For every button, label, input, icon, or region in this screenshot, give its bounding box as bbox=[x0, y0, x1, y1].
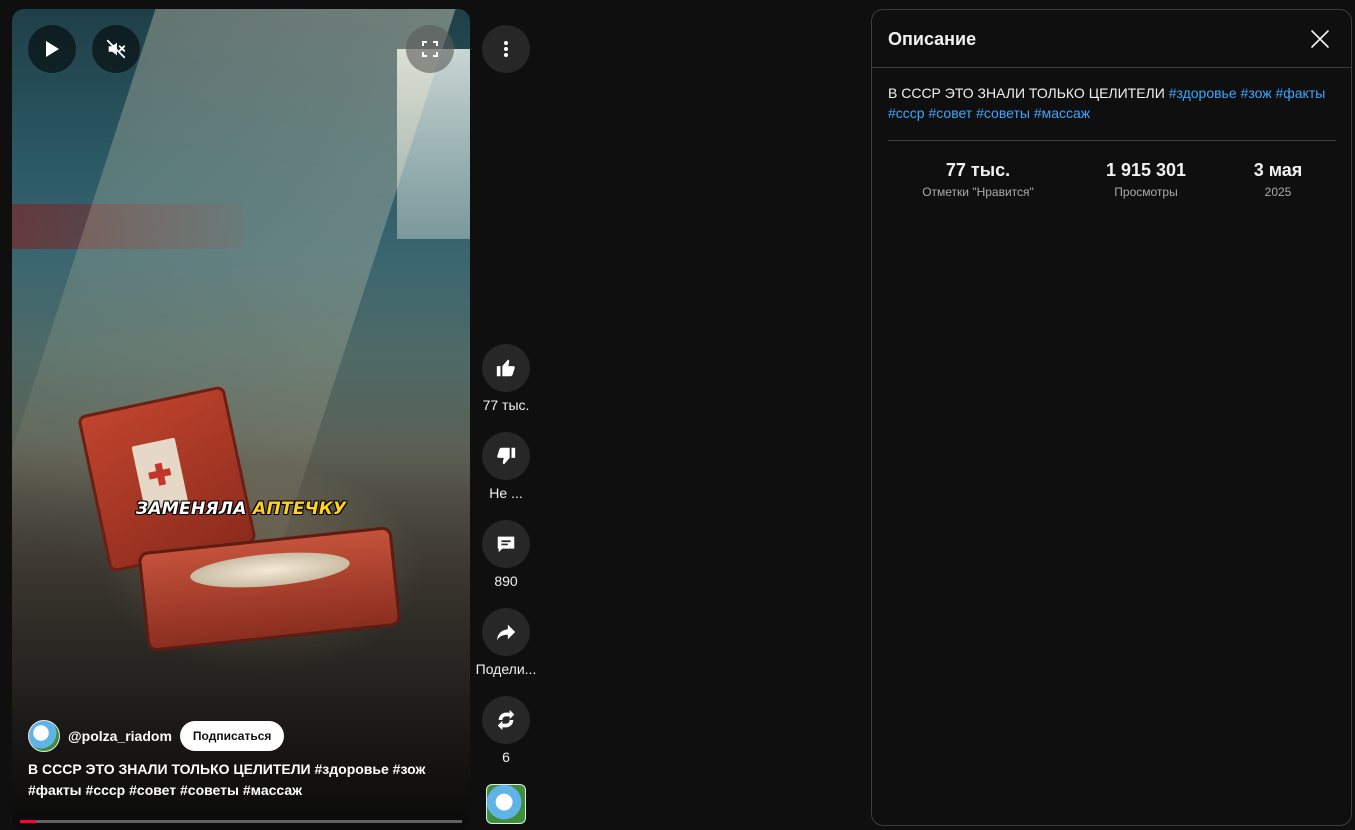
remix-count: 6 bbox=[502, 749, 510, 765]
thumb-up-icon bbox=[496, 359, 515, 377]
video-overlay-caption: ЗАМЕНЯЛА АПТЕЧКУ bbox=[136, 499, 347, 519]
hashtag-link[interactable]: #здоровье bbox=[1169, 85, 1237, 101]
volume-off-icon bbox=[106, 39, 126, 59]
remix-icon bbox=[497, 709, 515, 731]
shorts-page: ЗАМЕНЯЛА АПТЕЧКУ @polza_riadom Подписать… bbox=[0, 0, 1355, 830]
thumb-down-icon bbox=[497, 447, 516, 465]
share-label: Подели... bbox=[475, 661, 537, 677]
sound-source-avatar[interactable] bbox=[486, 784, 526, 824]
dislike-button[interactable] bbox=[482, 432, 530, 480]
close-icon bbox=[1311, 30, 1329, 48]
share-button[interactable] bbox=[482, 608, 530, 656]
panel-description: В СССР ЭТО ЗНАЛИ ТОЛЬКО ЦЕЛИТЕЛИ #здоров… bbox=[888, 85, 1326, 121]
play-button[interactable] bbox=[28, 25, 76, 73]
subscribe-button[interactable]: Подписаться bbox=[179, 721, 285, 751]
remix-button[interactable] bbox=[482, 696, 530, 744]
like-button[interactable] bbox=[482, 344, 530, 392]
fullscreen-icon bbox=[422, 41, 438, 57]
fullscreen-button[interactable] bbox=[406, 25, 454, 73]
play-icon bbox=[46, 41, 59, 57]
channel-handle[interactable]: @polza_riadom bbox=[68, 728, 172, 744]
stat-likes: 77 тыс. Отметки "Нравится" bbox=[922, 160, 1034, 199]
dislike-label: Не ... bbox=[489, 485, 523, 501]
video-description[interactable]: В СССР ЭТО ЗНАЛИ ТОЛЬКО ЦЕЛИТЕЛИ #здоров… bbox=[28, 759, 428, 801]
like-count: 77 тыс. bbox=[482, 397, 530, 413]
share-icon bbox=[496, 624, 516, 641]
comment-count: 890 bbox=[494, 573, 518, 589]
stat-views: 1 915 301 Просмотры bbox=[1105, 160, 1187, 199]
more-options-button[interactable] bbox=[482, 25, 530, 73]
mute-button[interactable] bbox=[92, 25, 140, 73]
hashtag-link[interactable]: #массаж bbox=[1034, 105, 1090, 121]
close-button[interactable] bbox=[1303, 22, 1337, 56]
more-vert-icon bbox=[504, 41, 508, 57]
stat-date: 3 мая 2025 bbox=[1253, 160, 1303, 199]
description-panel: Описание В СССР ЭТО ЗНАЛИ ТОЛЬКО ЦЕЛИТЕЛ… bbox=[871, 9, 1352, 826]
hashtag-link[interactable]: #советы bbox=[976, 105, 1030, 121]
hashtag-link[interactable]: #зож bbox=[1241, 85, 1272, 101]
comments-button[interactable] bbox=[482, 520, 530, 568]
video-player[interactable]: ЗАМЕНЯЛА АПТЕЧКУ @polza_riadom Подписать… bbox=[12, 9, 470, 830]
panel-header: Описание bbox=[872, 10, 1351, 68]
progress-fill bbox=[20, 820, 36, 823]
channel-row: @polza_riadom Подписаться bbox=[28, 720, 285, 752]
divider bbox=[888, 140, 1336, 141]
hashtag-link[interactable]: #факты bbox=[1275, 85, 1325, 101]
hashtag-link[interactable]: #совет bbox=[928, 105, 972, 121]
stats-row: 77 тыс. Отметки "Нравится" 1 915 301 Про… bbox=[888, 159, 1336, 209]
channel-avatar[interactable] bbox=[28, 720, 60, 752]
progress-bar[interactable] bbox=[20, 820, 462, 823]
comment-icon bbox=[497, 536, 515, 553]
panel-title: Описание bbox=[888, 29, 977, 49]
action-column: 77 тыс. Не ... 890 Подели... 6 bbox=[470, 0, 542, 830]
hashtag-link[interactable]: #ссср bbox=[888, 105, 925, 121]
